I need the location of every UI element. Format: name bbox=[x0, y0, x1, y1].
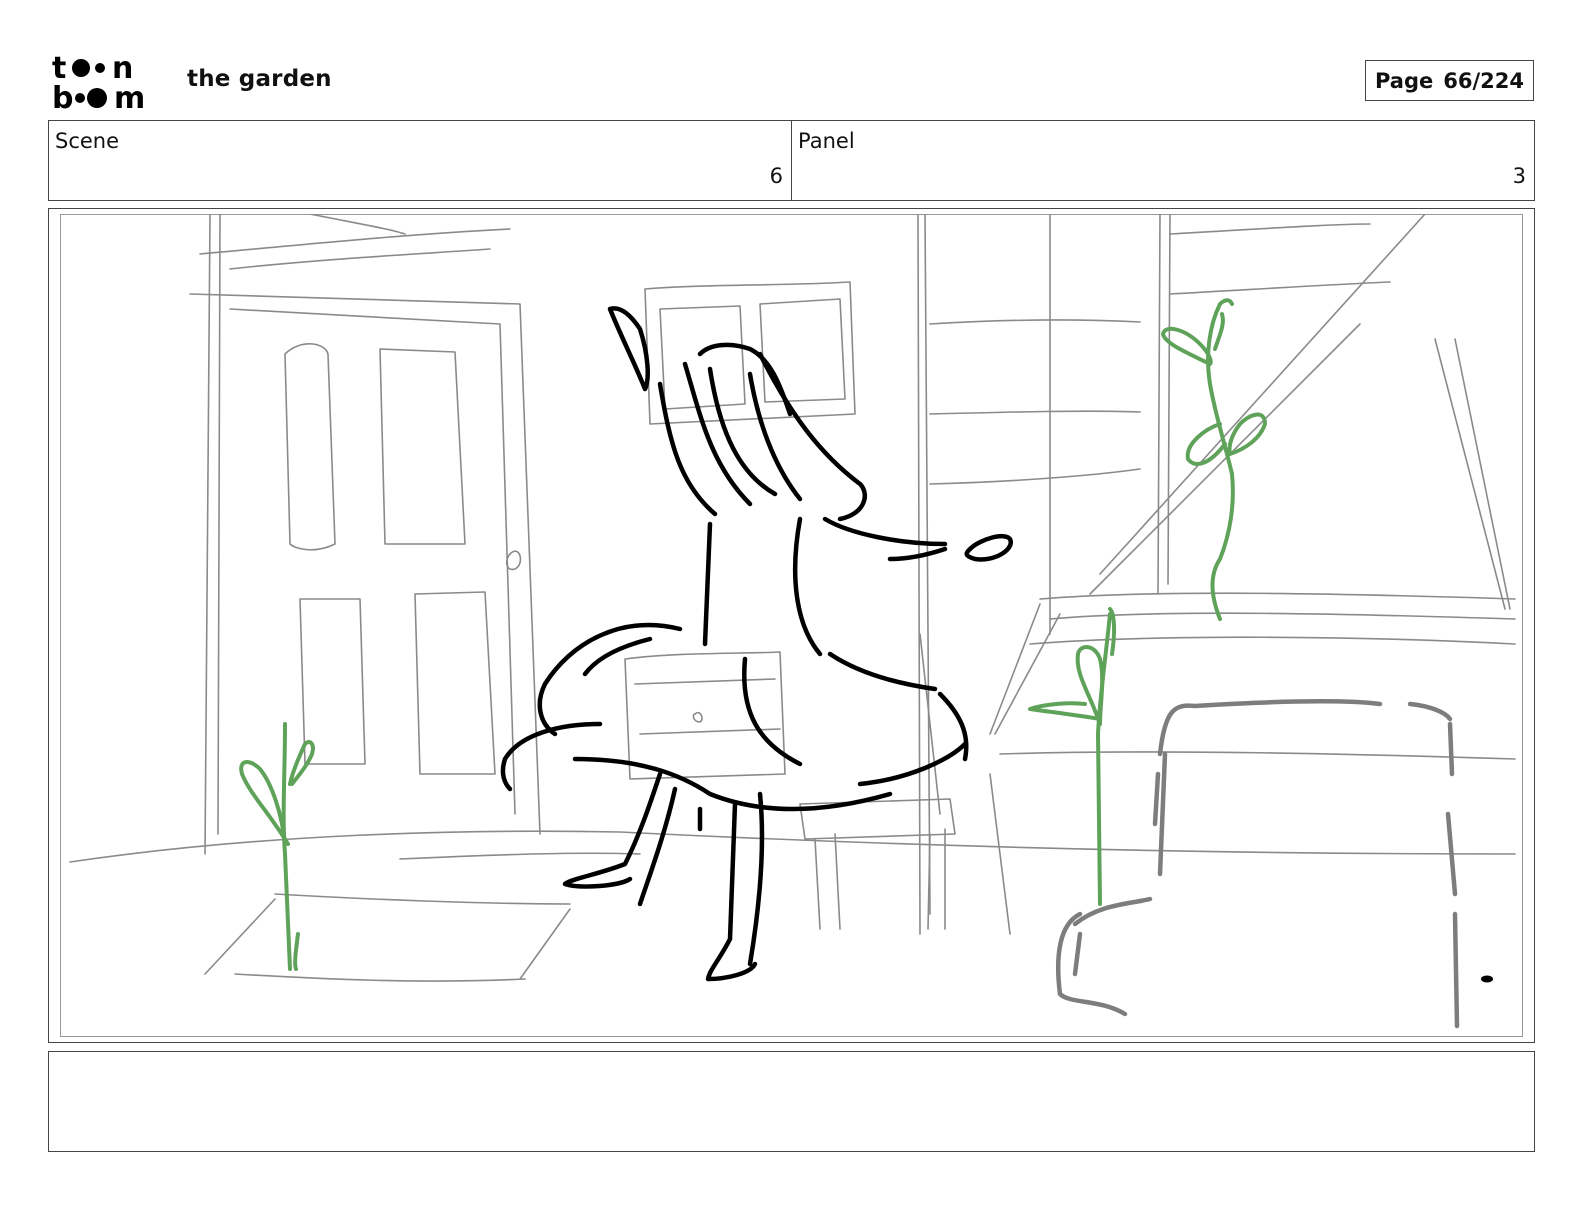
scene-panel-info: Scene 6 Panel 3 bbox=[48, 120, 1535, 201]
svg-text:m: m bbox=[114, 81, 145, 112]
page-indicator: Page 66/224 bbox=[1365, 60, 1534, 101]
toon-boom-logo: t n b m bbox=[52, 51, 145, 112]
scene-label: Scene bbox=[55, 129, 120, 153]
foreground-furniture bbox=[1055, 699, 1460, 1029]
project-title: the garden bbox=[187, 66, 332, 92]
caption-box bbox=[48, 1051, 1535, 1152]
panel-number: 3 bbox=[1512, 164, 1526, 188]
page-label: Page bbox=[1374, 68, 1434, 93]
storyboard-sketch bbox=[69, 214, 1516, 1029]
floor-dot bbox=[1481, 975, 1493, 983]
scene-cell: Scene 6 bbox=[49, 121, 791, 200]
svg-text:b: b bbox=[52, 81, 73, 112]
scene-number: 6 bbox=[769, 164, 783, 188]
page-number: 66/224 bbox=[1443, 68, 1524, 93]
character-sketch bbox=[500, 306, 1013, 982]
panel-cell: Panel 3 bbox=[791, 121, 1534, 200]
panel-label: Panel bbox=[798, 129, 855, 153]
